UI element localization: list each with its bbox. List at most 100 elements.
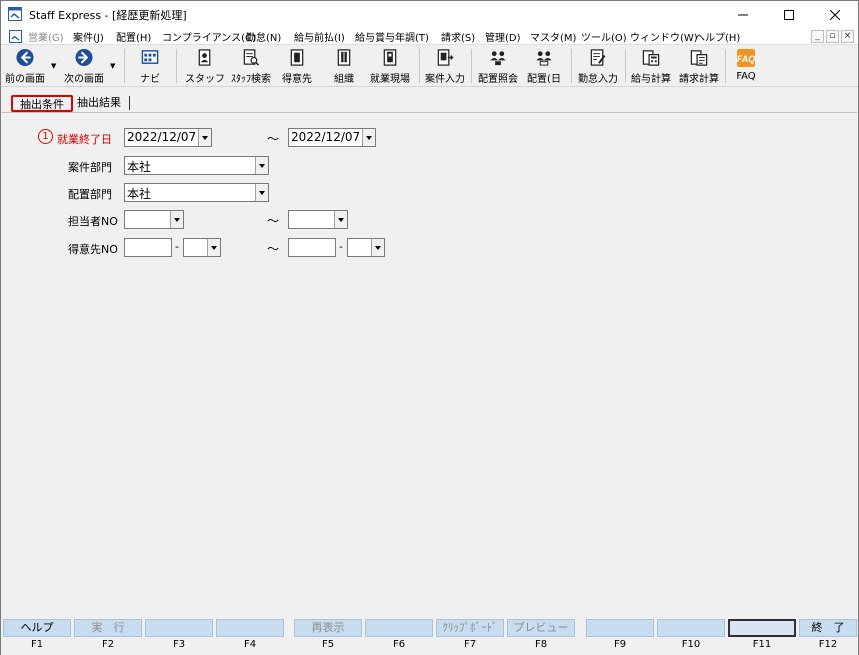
navi-button[interactable]: ナビ bbox=[132, 47, 168, 85]
dropdown-arrow-icon[interactable] bbox=[170, 211, 183, 228]
menu-management[interactable]: 管理(D) bbox=[485, 29, 521, 44]
f2-key-label: F2 bbox=[101, 639, 115, 650]
f11-key-label: F11 bbox=[752, 639, 772, 650]
dropdown-arrow-icon[interactable] bbox=[362, 129, 375, 146]
f9-button[interactable] bbox=[586, 619, 654, 637]
f4-key-label: F4 bbox=[243, 639, 257, 650]
case-entry-button[interactable]: 案件入力 bbox=[422, 47, 468, 85]
dropdown-arrow-icon[interactable] bbox=[198, 129, 211, 146]
close-button[interactable] bbox=[812, 1, 858, 28]
toolbar-separator bbox=[625, 49, 626, 83]
menu-pay-advance[interactable]: 給与前払(I) bbox=[294, 29, 345, 44]
staff-no-to[interactable] bbox=[288, 210, 348, 229]
attendance-entry-button[interactable]: 勤怠入力 bbox=[575, 47, 621, 85]
f10-button[interactable] bbox=[657, 619, 725, 637]
dropdown-arrow-icon[interactable] bbox=[255, 184, 268, 201]
menu-attendance[interactable]: 勤怠(N) bbox=[246, 29, 281, 44]
f5-refresh-button[interactable]: 再表示 bbox=[294, 619, 362, 637]
f6-button[interactable] bbox=[365, 619, 433, 637]
mdi-close-button[interactable]: × bbox=[841, 30, 854, 43]
f9-key-label: F9 bbox=[613, 639, 627, 650]
dropdown-arrow-icon[interactable] bbox=[371, 239, 384, 256]
range-separator: ～ bbox=[267, 214, 280, 228]
range-separator: ～ bbox=[267, 132, 280, 146]
case-dept-label: 案件部門 bbox=[68, 161, 112, 174]
window-title: Staff Express - [経歴更新処理] bbox=[29, 9, 187, 22]
f8-preview-button[interactable]: プレビュー bbox=[507, 619, 575, 637]
f2-execute-button[interactable]: 実 行 bbox=[74, 619, 142, 637]
dropdown-arrow-icon[interactable] bbox=[207, 239, 220, 256]
document-icon bbox=[9, 30, 22, 43]
dropdown-arrow-icon[interactable] bbox=[334, 211, 347, 228]
customer-button[interactable]: 得意先 bbox=[277, 47, 317, 85]
f3-key-label: F3 bbox=[172, 639, 186, 650]
payroll-calc-button[interactable]: 給与計算 bbox=[628, 47, 674, 85]
faq-icon: FAQ bbox=[737, 49, 755, 67]
maximize-button[interactable] bbox=[766, 1, 812, 28]
app-icon bbox=[8, 7, 22, 21]
forward-history-dropdown[interactable]: ▼ bbox=[110, 62, 115, 70]
work-end-date-from[interactable]: 2022/12/07 bbox=[124, 128, 212, 147]
maximize-icon bbox=[784, 9, 794, 20]
f12-exit-button[interactable]: 終 了 bbox=[799, 619, 857, 637]
forward-button[interactable]: 次の画面 bbox=[62, 47, 106, 85]
menu-compliance[interactable]: コンプライアンス(C) bbox=[162, 29, 256, 44]
tab-extraction-conditions[interactable]: 抽出条件 bbox=[11, 95, 73, 112]
menu-sales[interactable]: 営業(G) bbox=[28, 29, 64, 44]
menu-tools[interactable]: ツール(O) bbox=[581, 29, 627, 44]
range-separator: ～ bbox=[267, 242, 280, 256]
customer-no-to[interactable] bbox=[288, 238, 336, 257]
f6-key-label: F6 bbox=[392, 639, 406, 650]
tab-extraction-results[interactable]: 抽出結果 bbox=[77, 95, 121, 112]
f7-clipboard-button[interactable]: ｸﾘｯﾌﾟﾎﾞｰﾄﾞ bbox=[436, 619, 504, 637]
f4-button[interactable] bbox=[216, 619, 284, 637]
worksite-button[interactable]: 就業現場 bbox=[367, 47, 413, 85]
code-separator: - bbox=[339, 240, 343, 253]
f3-button[interactable] bbox=[145, 619, 213, 637]
placement-dept-label: 配置部門 bbox=[68, 188, 112, 201]
menu-master[interactable]: マスタ(M) bbox=[530, 29, 576, 44]
menu-case[interactable]: 案件(J) bbox=[73, 29, 104, 44]
function-key-bar: ヘルプ F1 実 行 F2 F3 F4 再表示 F5 F6 ｸﾘｯﾌﾟﾎﾞｰﾄﾞ… bbox=[1, 617, 858, 655]
placement-inquiry-icon bbox=[490, 51, 506, 66]
code-separator: - bbox=[175, 240, 179, 253]
staff-search-icon bbox=[243, 49, 260, 66]
billing-calc-button[interactable]: 請求計算 bbox=[676, 47, 722, 85]
f11-button[interactable] bbox=[728, 619, 796, 637]
staff-search-button[interactable]: ｽﾀｯﾌ検索 bbox=[227, 47, 275, 85]
f1-help-button[interactable]: ヘルプ bbox=[3, 619, 71, 637]
staff-button[interactable]: スタッフ bbox=[183, 47, 227, 85]
billing-calc-icon bbox=[690, 50, 708, 66]
back-history-dropdown[interactable]: ▼ bbox=[51, 62, 56, 70]
menu-payroll[interactable]: 給与賞与年調(T) bbox=[355, 29, 429, 44]
back-button[interactable]: 前の画面 bbox=[3, 47, 47, 85]
organization-icon bbox=[337, 49, 351, 66]
close-icon bbox=[830, 9, 840, 20]
placement-dept-select[interactable]: 本社 bbox=[124, 183, 269, 202]
back-arrow-icon bbox=[16, 48, 34, 67]
organization-button[interactable]: 組織 bbox=[324, 47, 364, 85]
mdi-minimize-button[interactable]: _ bbox=[811, 30, 824, 43]
placement-daily-button[interactable]: 配置(日 bbox=[523, 47, 565, 85]
f1-key-label: F1 bbox=[30, 639, 44, 650]
minimize-button[interactable] bbox=[720, 1, 766, 28]
toolbar-separator bbox=[419, 49, 420, 83]
menu-help[interactable]: ヘルプ(H) bbox=[695, 29, 740, 44]
forward-arrow-icon bbox=[75, 48, 93, 67]
menu-placement[interactable]: 配置(H) bbox=[116, 29, 151, 44]
customer-no-from[interactable] bbox=[124, 238, 172, 257]
placement-inquiry-button[interactable]: 配置照会 bbox=[475, 47, 521, 85]
dropdown-arrow-icon[interactable] bbox=[255, 157, 268, 174]
work-end-date-to[interactable]: 2022/12/07 bbox=[288, 128, 376, 147]
case-dept-select[interactable]: 本社 bbox=[124, 156, 269, 175]
menu-billing[interactable]: 請求(S) bbox=[441, 29, 475, 44]
staff-no-from[interactable] bbox=[124, 210, 184, 229]
menu-window[interactable]: ウィンドウ(W) bbox=[630, 29, 698, 44]
required-marker: 1 bbox=[38, 129, 53, 144]
faq-button[interactable]: FAQ FAQ bbox=[729, 47, 763, 85]
worksite-icon bbox=[383, 49, 397, 66]
toolbar-separator bbox=[124, 49, 125, 83]
mdi-restore-button[interactable]: ▫ bbox=[826, 30, 839, 43]
customer-no-from-sub[interactable] bbox=[183, 238, 221, 257]
customer-no-to-sub[interactable] bbox=[347, 238, 385, 257]
